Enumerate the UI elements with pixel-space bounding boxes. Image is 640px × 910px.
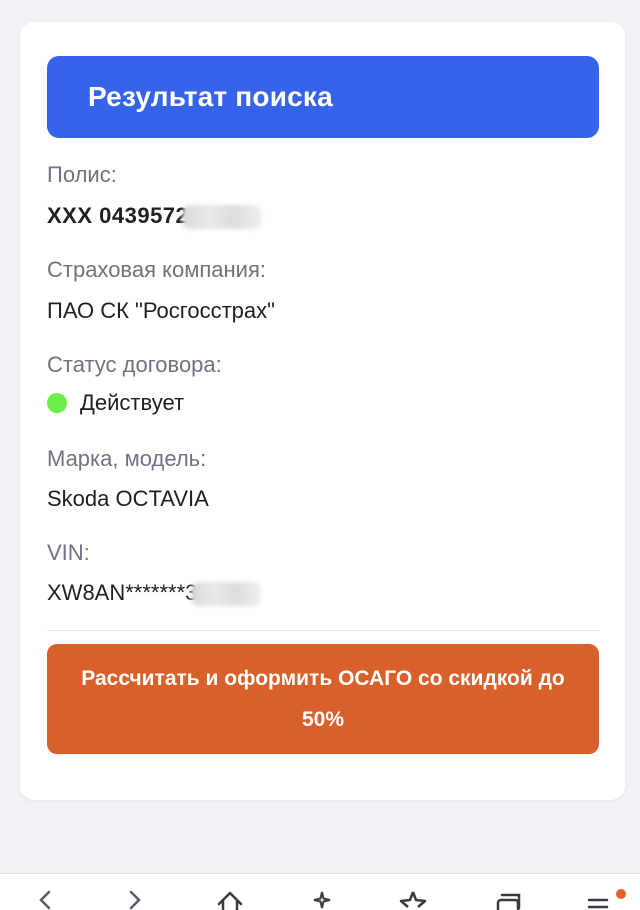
insurer-label: Страховая компания: — [47, 257, 266, 282]
forward-arrow-icon[interactable] — [115, 890, 155, 910]
tabs-icon[interactable] — [487, 890, 527, 910]
divider — [47, 630, 599, 631]
status-value: Действует — [80, 390, 185, 415]
vin-value-row: XW8AN*******3 — [47, 580, 262, 607]
insurer-value: ПАО СК "Росгосстрах" — [47, 298, 275, 323]
policy-value: XXX 0439572 — [47, 203, 189, 228]
home-icon[interactable] — [210, 890, 250, 910]
policy-value-row: XXX 0439572 — [47, 203, 263, 230]
status-row: Действует — [47, 390, 184, 416]
menu-icon[interactable] — [578, 890, 618, 910]
search-result-card: Результат поиска Полис: XXX 0439572 Стра… — [20, 22, 625, 800]
policy-label: Полис: — [47, 162, 117, 187]
redacted-mask — [182, 205, 263, 230]
vin-label: VIN: — [47, 540, 90, 565]
status-active-dot — [47, 393, 67, 413]
vehicle-label: Марка, модель: — [47, 446, 207, 471]
notification-dot — [616, 889, 626, 899]
status-label: Статус договора: — [47, 352, 222, 377]
redacted-mask — [191, 582, 262, 607]
result-header: Результат поиска — [47, 56, 599, 138]
calculate-osago-button[interactable]: Рассчитать и оформить ОСАГО со скидкой д… — [47, 644, 599, 754]
back-arrow-icon[interactable] — [25, 890, 65, 910]
vin-value: XW8AN*******3 — [47, 580, 198, 605]
vehicle-value: Skoda OCTAVIA — [47, 486, 209, 511]
browser-bottom-nav — [0, 873, 640, 910]
result-title: Результат поиска — [88, 81, 333, 112]
sparkle-icon[interactable] — [302, 890, 342, 910]
star-icon[interactable] — [393, 890, 433, 910]
